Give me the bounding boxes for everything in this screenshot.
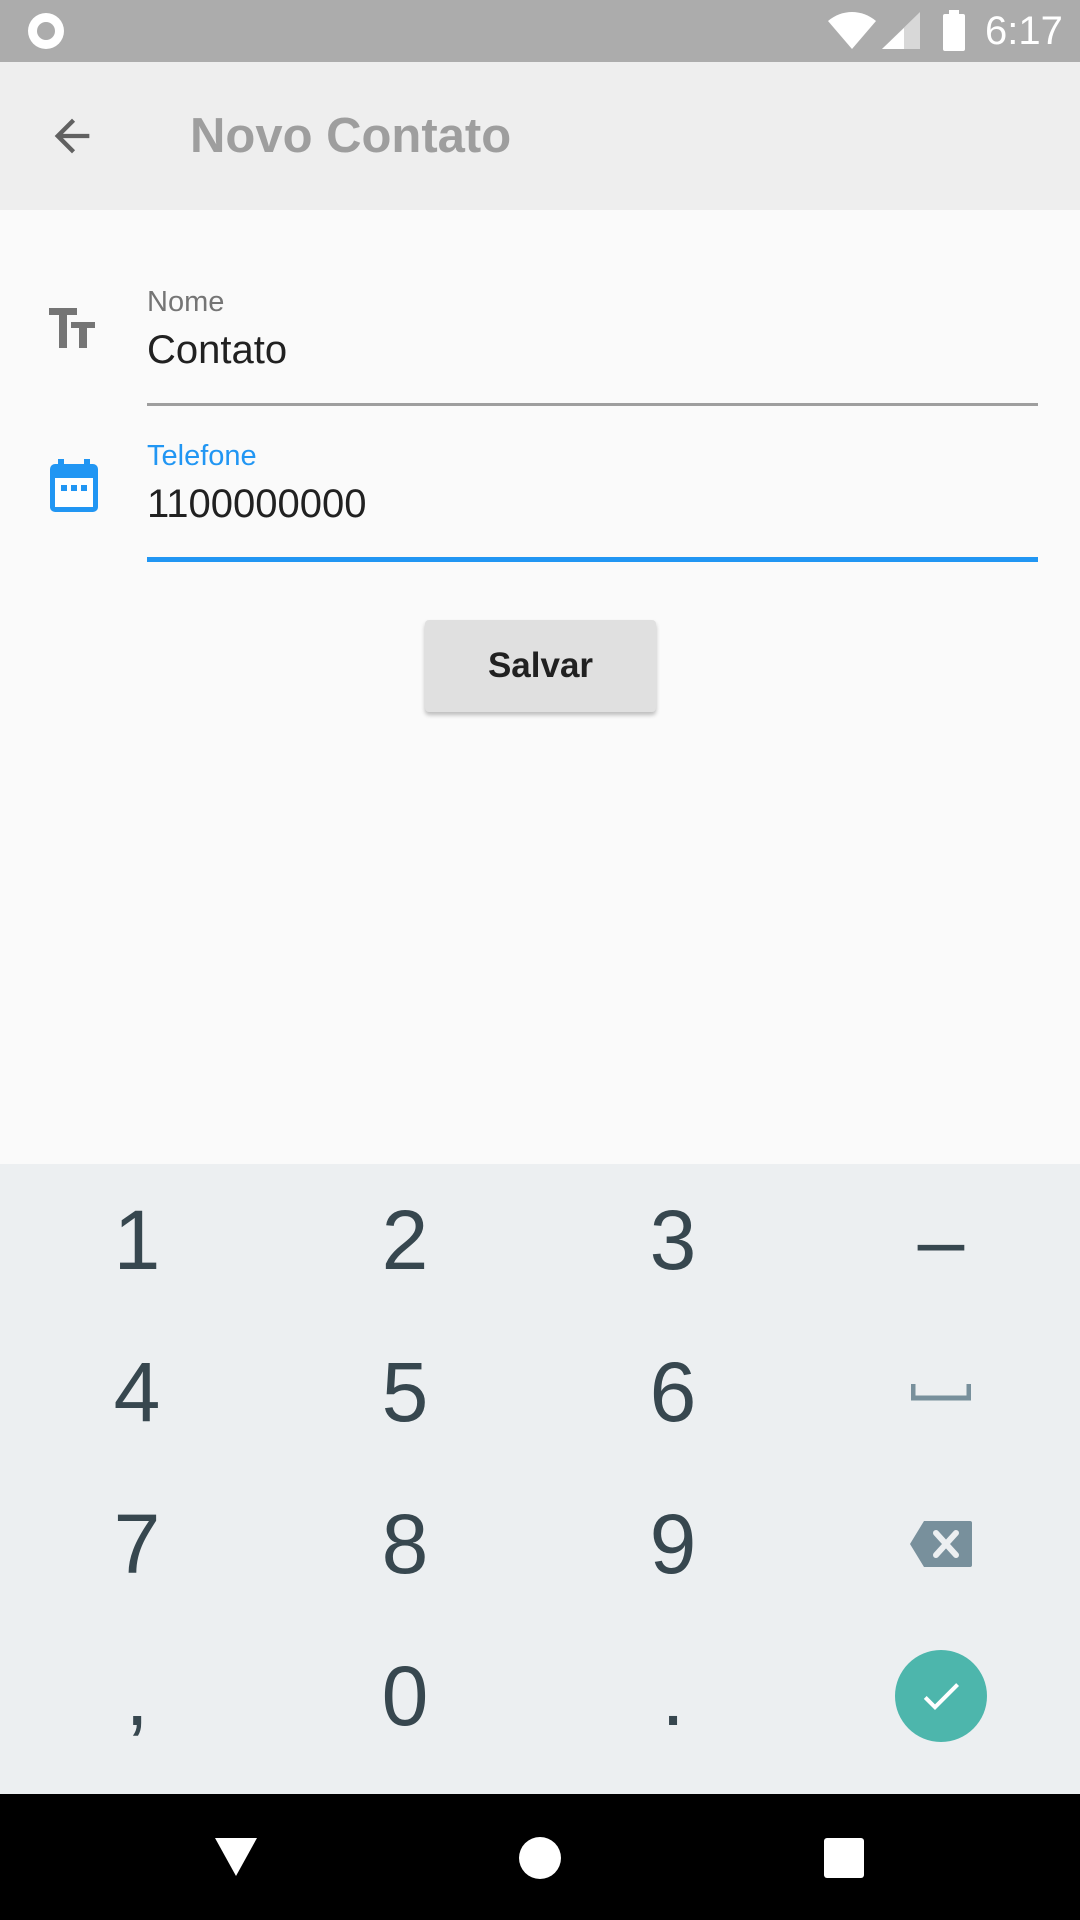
app-bar-background: [0, 62, 1080, 210]
key-9-label: 9: [649, 1497, 697, 1591]
name-field[interactable]: Contato: [147, 326, 287, 374]
key-2[interactable]: 2: [271, 1164, 539, 1316]
key-2-label: 2: [381, 1193, 429, 1287]
key-6[interactable]: 6: [539, 1316, 807, 1468]
key-dash-label: –: [917, 1193, 965, 1287]
text-size-icon: [49, 308, 95, 348]
key-space[interactable]: [807, 1316, 1075, 1468]
key-8-label: 8: [381, 1497, 429, 1591]
recents-square-icon[interactable]: [824, 1838, 864, 1878]
page-title: Novo Contato: [190, 109, 512, 163]
key-done[interactable]: [807, 1620, 1075, 1772]
name-field-underline: [147, 403, 1038, 406]
check-icon: [923, 1683, 959, 1710]
calendar-icon: [50, 459, 98, 512]
space-bar-icon: [911, 1384, 971, 1401]
status-bar: 6:17: [0, 0, 1080, 62]
key-1-label: 1: [113, 1193, 161, 1287]
key-3[interactable]: 3: [539, 1164, 807, 1316]
key-backspace[interactable]: [807, 1468, 1075, 1620]
key-0[interactable]: 0: [271, 1620, 539, 1772]
phone-field-label: Telefone: [147, 440, 257, 472]
home-circle-icon[interactable]: [518, 1836, 562, 1880]
key-5-label: 5: [381, 1345, 429, 1439]
phone-field-underline: [147, 557, 1038, 562]
key-5[interactable]: 5: [271, 1316, 539, 1468]
key-0-label: 0: [381, 1649, 429, 1743]
back-triangle-icon[interactable]: [214, 1836, 258, 1878]
key-period[interactable]: .: [539, 1620, 807, 1772]
key-6-label: 6: [649, 1345, 697, 1439]
key-comma-label: ,: [125, 1649, 149, 1743]
key-7[interactable]: 7: [3, 1468, 271, 1620]
key-comma[interactable]: ,: [3, 1620, 271, 1772]
key-9[interactable]: 9: [539, 1468, 807, 1620]
phone-field[interactable]: 1100000000: [147, 480, 367, 528]
key-3-label: 3: [649, 1193, 697, 1287]
key-4-label: 4: [113, 1345, 161, 1439]
navigation-bar: [0, 1794, 1080, 1920]
battery-icon: [943, 10, 965, 51]
signal-icon: [882, 12, 920, 49]
key-7-label: 7: [113, 1497, 161, 1591]
backspace-icon: [910, 1521, 972, 1567]
key-8[interactable]: 8: [271, 1468, 539, 1620]
key-dash[interactable]: –: [807, 1164, 1075, 1316]
record-icon: [28, 13, 64, 49]
done-button[interactable]: [895, 1650, 987, 1742]
wifi-icon: [828, 12, 876, 49]
numeric-keyboard: 1 2 3 – 4 5 6 7 8 9 , 0 .: [0, 1164, 1080, 1794]
save-button[interactable]: Salvar: [425, 620, 656, 712]
status-time: 6:17: [985, 9, 1063, 53]
key-period-label: .: [661, 1649, 685, 1743]
key-1[interactable]: 1: [3, 1164, 271, 1316]
arrow-back-icon[interactable]: [46, 110, 98, 162]
key-4[interactable]: 4: [3, 1316, 271, 1468]
name-field-label: Nome: [147, 286, 225, 318]
